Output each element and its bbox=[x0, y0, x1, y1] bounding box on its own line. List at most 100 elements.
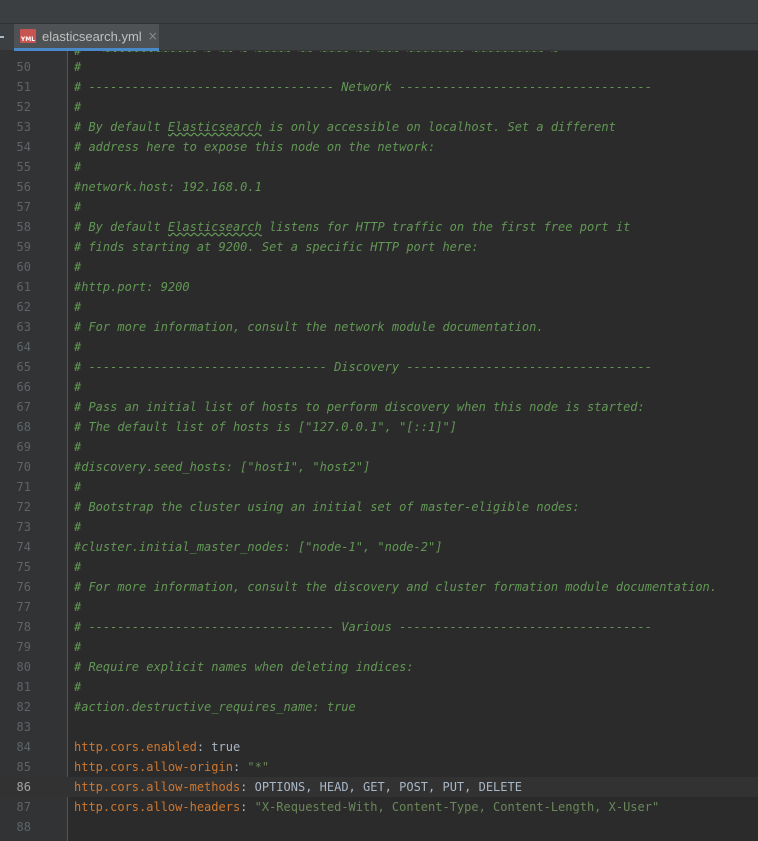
line-code: #action.destructive_requires_name: true bbox=[74, 697, 356, 717]
line-number: 85 bbox=[16, 760, 31, 774]
code-line[interactable]: 66 # bbox=[0, 377, 758, 397]
tab-close-icon[interactable]: × bbox=[148, 29, 158, 43]
line-code: # bbox=[74, 157, 81, 177]
line-number: 50 bbox=[16, 60, 31, 74]
code-line[interactable]: 65 # --------------------------------- Di… bbox=[0, 357, 758, 377]
code-line[interactable]: 80 # Require explicit names when deleting… bbox=[0, 657, 758, 677]
code-line[interactable]: 50 # bbox=[0, 57, 758, 77]
code-line[interactable]: 71 # bbox=[0, 477, 758, 497]
spellcheck-word: Elasticsearch bbox=[167, 220, 262, 234]
code-line[interactable]: 51 # ---------------------------------- N… bbox=[0, 77, 758, 97]
code-editor[interactable]: # ~~~~~~~~~~~~~ ~ ~~ ~ ~~~~~ ~~ ~~~~ ~~ … bbox=[0, 51, 758, 841]
code-line[interactable]: 88 bbox=[0, 817, 758, 837]
code-line[interactable]: 75 # bbox=[0, 557, 758, 577]
line-number: 58 bbox=[16, 220, 31, 234]
line-code: http.cors.enabled: true bbox=[74, 737, 240, 757]
line-number: 67 bbox=[16, 400, 31, 414]
line-number: 65 bbox=[16, 360, 31, 374]
code-line[interactable]: 63 # For more information, consult the ne… bbox=[0, 317, 758, 337]
line-code: #network.host: 192.168.0.1 bbox=[74, 177, 262, 197]
code-line[interactable]: 52 # bbox=[0, 97, 758, 117]
code-line[interactable]: 64 # bbox=[0, 337, 758, 357]
line-code: http.cors.allow-origin: "*" bbox=[74, 757, 269, 777]
comment-text: # bbox=[74, 480, 82, 494]
code-line[interactable]: 74 #cluster.initial_master_nodes: ["node-… bbox=[0, 537, 758, 557]
code-line[interactable]: 84 http.cors.enabled: true bbox=[0, 737, 758, 757]
code-line[interactable]: 86 http.cors.allow-methods: OPTIONS, HEAD… bbox=[0, 777, 758, 797]
code-line[interactable]: 54 # address here to expose this node on … bbox=[0, 137, 758, 157]
line-code: # bbox=[74, 57, 81, 77]
line-code: #discovery.seed_hosts: ["host1", "host2"… bbox=[74, 457, 370, 477]
line-number: 55 bbox=[16, 160, 31, 174]
code-line[interactable]: 87 http.cors.allow-headers: "X-Requested-… bbox=[0, 797, 758, 817]
comment-text: # bbox=[74, 300, 82, 314]
line-code: # For more information, consult the disc… bbox=[74, 577, 717, 597]
line-number: 68 bbox=[16, 420, 31, 434]
code-line[interactable]: 76 # For more information, consult the di… bbox=[0, 577, 758, 597]
line-code: # bbox=[74, 517, 81, 537]
comment-text: # For more information, consult the netw… bbox=[74, 320, 544, 334]
line-number: 86 bbox=[16, 780, 31, 794]
comment-text: # By default bbox=[74, 220, 168, 234]
line-code: http.cors.allow-methods: OPTIONS, HEAD, … bbox=[74, 777, 522, 797]
code-line[interactable]: 67 # Pass an initial list of hosts to per… bbox=[0, 397, 758, 417]
code-line[interactable]: 58 # By default Elasticsearch listens for… bbox=[0, 217, 758, 237]
line-number: 56 bbox=[16, 180, 31, 194]
comment-text: # Require explicit names when deleting i… bbox=[74, 660, 414, 674]
comment-text: listens for HTTP traffic on the first fr… bbox=[261, 220, 631, 234]
comment-text: # bbox=[74, 680, 82, 694]
tab-elasticsearch-yml[interactable]: YML elasticsearch.yml × bbox=[14, 24, 159, 51]
editor-tab-bar: YML elasticsearch.yml × bbox=[0, 24, 758, 51]
code-line[interactable]: 60 # bbox=[0, 257, 758, 277]
code-line[interactable]: 79 # bbox=[0, 637, 758, 657]
line-number: 77 bbox=[16, 600, 31, 614]
line-number: 60 bbox=[16, 260, 31, 274]
yaml-key: http.cors.allow-headers bbox=[74, 800, 241, 814]
code-line[interactable]: 72 # Bootstrap the cluster using an initi… bbox=[0, 497, 758, 517]
spellcheck-word: Elasticsearch bbox=[167, 120, 262, 134]
code-line[interactable]: 59 # finds starting at 9200. Set a specif… bbox=[0, 237, 758, 257]
code-line[interactable]: 68 # The default list of hosts is ["127.0… bbox=[0, 417, 758, 437]
line-code: # bbox=[74, 437, 81, 457]
line-code: # bbox=[74, 197, 81, 217]
line-number: 76 bbox=[16, 580, 31, 594]
line-number: 53 bbox=[16, 120, 31, 134]
line-code: # bbox=[74, 637, 81, 657]
line-number: 66 bbox=[16, 380, 31, 394]
code-line[interactable]: 56 #network.host: 192.168.0.1 bbox=[0, 177, 758, 197]
code-line[interactable]: 55 # bbox=[0, 157, 758, 177]
comment-text: # Pass an initial list of hosts to perfo… bbox=[74, 400, 645, 414]
code-line[interactable]: 78 # ---------------------------------- V… bbox=[0, 617, 758, 637]
line-code: #cluster.initial_master_nodes: ["node-1"… bbox=[74, 537, 442, 557]
code-line[interactable]: 85 http.cors.allow-origin: "*" bbox=[0, 757, 758, 777]
line-code: http.cors.allow-headers: "X-Requested-Wi… bbox=[74, 797, 659, 817]
code-line[interactable]: 70 #discovery.seed_hosts: ["host1", "host… bbox=[0, 457, 758, 477]
line-code: # By default Elasticsearch is only acces… bbox=[74, 117, 616, 137]
code-line[interactable]: 62 # bbox=[0, 297, 758, 317]
comment-text: #network.host: 192.168.0.1 bbox=[74, 180, 262, 194]
line-code: # bbox=[74, 557, 81, 577]
line-code: # By default Elasticsearch listens for H… bbox=[74, 217, 630, 237]
line-code: # ---------------------------------- Net… bbox=[74, 77, 652, 97]
code-line[interactable]: 77 # bbox=[0, 597, 758, 617]
yaml-separator: : bbox=[196, 740, 212, 754]
code-line[interactable]: 73 # bbox=[0, 517, 758, 537]
line-number: 54 bbox=[16, 140, 31, 154]
line-code: # bbox=[74, 477, 81, 497]
line-number: 73 bbox=[16, 520, 31, 534]
line-number: 59 bbox=[16, 240, 31, 254]
code-line[interactable]: 82 #action.destructive_requires_name: tru… bbox=[0, 697, 758, 717]
code-line[interactable]: 61 #http.port: 9200 bbox=[0, 277, 758, 297]
code-line[interactable]: 83 bbox=[0, 717, 758, 737]
code-line[interactable]: 57 # bbox=[0, 197, 758, 217]
code-line[interactable]: 53 # By default Elasticsearch is only acc… bbox=[0, 117, 758, 137]
comment-text: # bbox=[74, 440, 82, 454]
yaml-value: "*" bbox=[247, 760, 270, 774]
yaml-separator: : bbox=[232, 760, 248, 774]
tab-scroll-indicator bbox=[0, 36, 4, 38]
comment-text: # bbox=[74, 260, 82, 274]
line-code: # Pass an initial list of hosts to perfo… bbox=[74, 397, 645, 417]
code-line[interactable]: 81 # bbox=[0, 677, 758, 697]
code-line[interactable]: 69 # bbox=[0, 437, 758, 457]
line-code: # Require explicit names when deleting i… bbox=[74, 657, 414, 677]
